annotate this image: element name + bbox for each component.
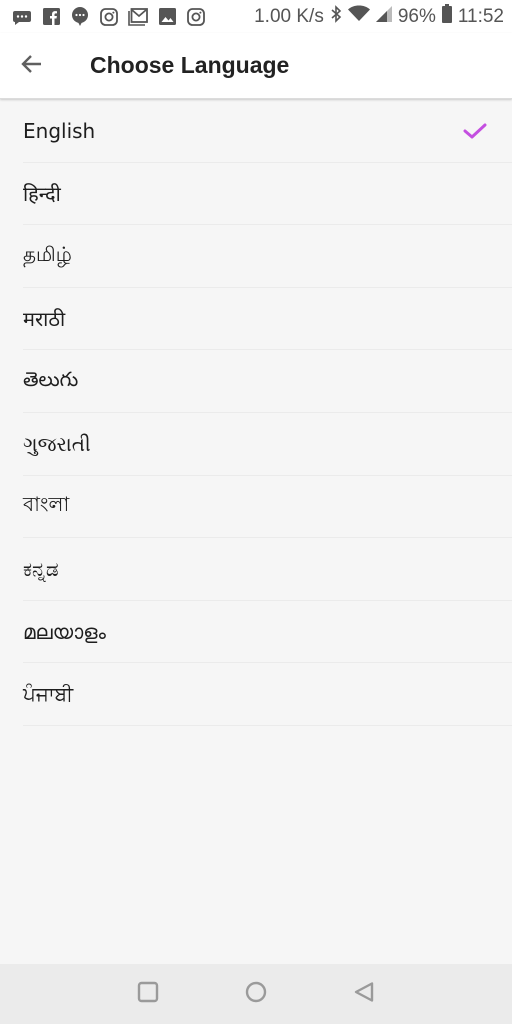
- system-status: 1.00 K/s 96% 11:52: [254, 4, 504, 29]
- system-nav-bar: [0, 964, 512, 1024]
- language-item-english[interactable]: English: [23, 100, 512, 163]
- language-item-telugu[interactable]: తెలుగు: [23, 350, 512, 413]
- language-label: ಕನ್ನಡ: [23, 556, 59, 581]
- network-speed: 1.00 K/s: [254, 5, 324, 27]
- nav-back-button[interactable]: [310, 964, 418, 1024]
- home-button[interactable]: [202, 964, 310, 1024]
- gallery-icon: [157, 7, 177, 27]
- language-list: English हिन्दी தமிழ் मराठी తెలుగు ગુજરાત…: [0, 100, 512, 726]
- bluetooth-icon: [330, 4, 342, 29]
- language-label: मराठी: [23, 307, 66, 332]
- language-item-punjabi[interactable]: ਪੰਜਾਬੀ: [23, 663, 512, 726]
- language-item-malayalam[interactable]: മലയാളം: [23, 601, 512, 664]
- recents-icon: [137, 981, 159, 1007]
- home-icon: [245, 981, 267, 1007]
- clock: 11:52: [457, 5, 504, 27]
- language-item-bengali[interactable]: বাংলা: [23, 476, 512, 539]
- recents-button[interactable]: [94, 964, 202, 1024]
- cell-signal-icon: [375, 5, 392, 28]
- facebook-icon: [41, 7, 61, 27]
- wifi-icon: [347, 5, 370, 28]
- app-bar: Choose Language: [0, 33, 512, 99]
- language-label: తెలుగు: [23, 366, 79, 391]
- language-item-kannada[interactable]: ಕನ್ನಡ: [23, 538, 512, 601]
- language-label: বাংলা: [23, 491, 70, 516]
- language-label: தமிழ்: [23, 242, 72, 267]
- instagram-icon: [186, 7, 206, 27]
- message-bubble-icon: [12, 7, 32, 27]
- instagram-icon: [99, 7, 119, 27]
- notification-icons: [12, 7, 206, 27]
- chat-icon: [70, 7, 90, 27]
- language-item-gujarati[interactable]: ગુજરાતી: [23, 413, 512, 476]
- language-label: ਪੰਜਾਬੀ: [23, 682, 74, 707]
- status-bar: 1.00 K/s 96% 11:52: [0, 0, 512, 33]
- battery-icon: [441, 4, 452, 29]
- language-item-marathi[interactable]: मराठी: [23, 288, 512, 351]
- arrow-left-icon: [21, 54, 43, 78]
- battery-percentage: 96%: [397, 5, 436, 27]
- language-item-hindi[interactable]: हिन्दी: [23, 163, 512, 226]
- page-title: Choose Language: [90, 52, 290, 78]
- language-label: ગુજરાતી: [23, 431, 91, 456]
- language-item-tamil[interactable]: தமிழ்: [23, 225, 512, 288]
- language-label: हिन्दी: [23, 181, 61, 206]
- language-label: മലയാളം: [23, 619, 106, 644]
- back-icon: [353, 981, 375, 1007]
- back-button[interactable]: [0, 33, 64, 99]
- check-icon: [463, 121, 487, 141]
- gmail-icon: [128, 7, 148, 27]
- language-label: English: [23, 118, 96, 143]
